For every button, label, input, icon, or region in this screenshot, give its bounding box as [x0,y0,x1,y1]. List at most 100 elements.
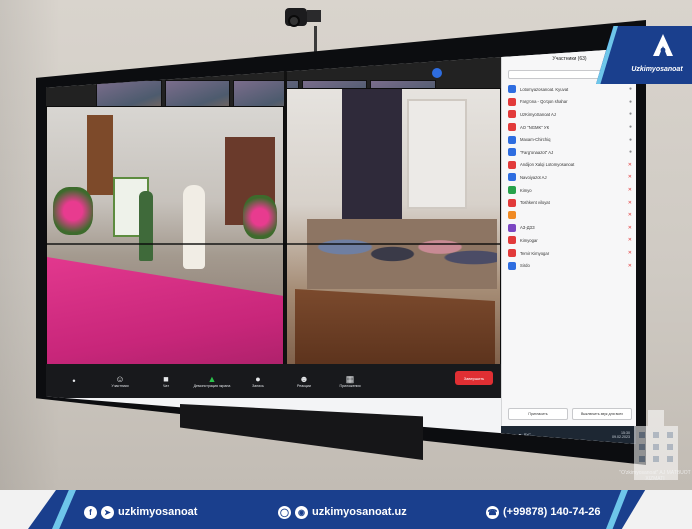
mic-muted-icon[interactable]: ✕ [618,263,632,269]
toolbar-label: Демонстрация экрана [193,383,231,388]
participant-row[interactable]: Temir Kimyogar ✕ [508,247,632,260]
camera-mount [307,10,321,22]
participant-row[interactable]: Andijon Xalqi Lotomyosanoat ✕ [508,159,632,172]
website-text: uzkimyosanoat.uz [312,506,407,518]
mic-icon[interactable]: ● [618,124,632,130]
mic-muted-icon[interactable]: ✕ [618,225,632,231]
camera-lens [288,15,300,27]
participant-name: "Farg'onaazot" AJ [520,149,554,155]
gallery-next-icon[interactable] [432,68,442,78]
person [139,191,153,261]
participant-avatar [508,148,516,157]
participant-row[interactable]: Sirdo ✕ [508,259,632,272]
conference-camera [285,4,335,54]
mic-muted-icon[interactable]: ✕ [618,200,632,206]
mic-muted-icon[interactable]: ✕ [618,250,632,256]
video-tile-stage[interactable] [46,106,284,378]
apps-icon: ▦ [345,373,355,384]
mic-muted-icon[interactable]: ✕ [618,174,632,180]
participant-name: Temir Kimyogar [520,250,550,256]
social-handle: uzkimyosanoat [118,506,198,518]
phone-icon[interactable]: ☎ [486,505,499,519]
footer-website[interactable]: ◯ ◉ uzkimyosanoat.uz [278,504,407,520]
participant-row[interactable]: Navoiyazot AJ ✕ [508,171,632,184]
toolbar-participants-button[interactable]: ☺ Участники [100,368,140,394]
mute-all-button[interactable]: Выключить звук для всех [572,408,632,420]
mic-icon[interactable]: ● [618,111,632,117]
participant-avatar [508,186,516,195]
participant-name: Farg'ona - Qo'qon shahar [520,99,568,105]
toolbar-mic-button[interactable]: • [54,368,94,394]
uzkimyosanoat-logo-icon [653,34,673,56]
end-meeting-button[interactable]: Завершить [455,371,493,385]
toolbar-apps-button[interactable]: ▦ Приложения [330,368,370,394]
tv-bezel-vertical [284,68,287,388]
record-icon: ● [255,373,261,384]
participant-row[interactable]: UzKimyoSanoat AJ ● [508,108,632,121]
participant-avatar [508,236,516,245]
participant-name: Kimyogar [520,237,538,243]
zoom-toolbar: • ☺ Участники ■ Чат ▲ Демонстрация экрана ● Запи… [46,364,501,398]
mic-icon[interactable]: ● [618,137,632,143]
participant-name: Maxam-Chirchiq [520,137,551,143]
mic-icon[interactable]: ● [618,149,632,155]
participant-row[interactable]: "Farg'onaazot" AJ ● [508,146,632,159]
participant-list: Lotomyazosanoat. Kyuvat ● Farg'ona - Qo'qo… [508,83,632,272]
participant-name: Sirdo [520,263,530,269]
telegram-icon[interactable]: ➤ [101,505,114,519]
desk [295,289,495,369]
participant-avatar [508,135,516,144]
toolbar-label: Чат [163,383,169,388]
participants-icon: ☺ [115,373,125,384]
participant-avatar [508,198,516,207]
participant-row[interactable]: AO "NGMK" УК ● [508,121,632,134]
toolbar-reactions-button[interactable]: ☻ Реакции [284,368,324,394]
participant-row[interactable]: Lotomyazosanoat. Kyuvat ● [508,83,632,96]
participant-name: Andijon Xalqi Lotomyosanoat [520,162,575,168]
phone-text: (+99878) 140-74-26 [503,506,601,518]
share-screen-icon: ▲ [207,373,217,384]
participant-avatar [508,211,516,220]
instagram-icon[interactable]: ◉ [295,505,308,519]
participant-row[interactable]: Toshkent viloyat ✕ [508,196,632,209]
camera-pole [314,26,317,54]
participant-row[interactable]: AЗ-ДЗЗ ✕ [508,222,632,235]
participant-name: Lotomyazosanoat. Kyuvat [520,86,569,92]
participant-name: Toshkent viloyat [520,200,550,206]
participant-row[interactable]: Kimyogar ✕ [508,234,632,247]
participant-avatar [508,97,516,106]
toolbar-record-button[interactable]: ● Запись [238,368,278,394]
logo-text: Uzkimyosanoat [631,66,683,73]
invite-button[interactable]: Пригласить [508,408,568,420]
mic-muted-icon[interactable]: ✕ [618,162,632,168]
curtain [87,115,113,195]
footer-social[interactable]: f ➤ uzkimyosanoat [84,504,197,520]
toolbar-label: Приложения [339,383,361,388]
participant-name: AЗ-ДЗЗ [520,225,535,231]
toolbar-label: Участники [111,383,129,388]
participant-avatar [508,110,516,119]
video-tile-audience[interactable] [286,88,501,378]
participant-row[interactable]: Farg'ona - Qo'qon shahar ● [508,96,632,109]
participant-avatar [508,261,516,270]
mic-muted-icon[interactable]: ✕ [618,212,632,218]
participant-avatar [508,85,516,94]
participant-row[interactable]: Maxam-Chirchiq ● [508,133,632,146]
participant-row[interactable]: ✕ [508,209,632,222]
zoom-screen: • ☺ Участники ■ Чат ▲ Демонстрация экрана ● Запи… [46,48,636,444]
video-area: • ☺ Участники ■ Чат ▲ Демонстрация экрана ● Запи… [46,48,501,398]
mic-muted-icon[interactable]: ✕ [618,237,632,243]
mic-icon[interactable]: ● [618,86,632,92]
toolbar-chat-button[interactable]: ■ Чат [146,368,186,394]
toolbar-label: Запись [252,383,264,388]
tv-bezel-horizontal [46,243,501,245]
participant-row[interactable]: Kimyo ✕ [508,184,632,197]
participants-footer: Пригласить Выключить звук для всех [508,408,632,420]
curtain [342,89,402,219]
mic-icon[interactable]: ● [618,99,632,105]
facebook-icon[interactable]: f [84,505,97,519]
footer-phone[interactable]: ☎ (+99878) 140-74-26 [486,504,601,520]
toolbar-share-screen-button[interactable]: ▲ Демонстрация экрана [192,368,232,394]
mic-muted-icon[interactable]: ✕ [618,187,632,193]
globe-icon[interactable]: ◯ [278,505,291,519]
